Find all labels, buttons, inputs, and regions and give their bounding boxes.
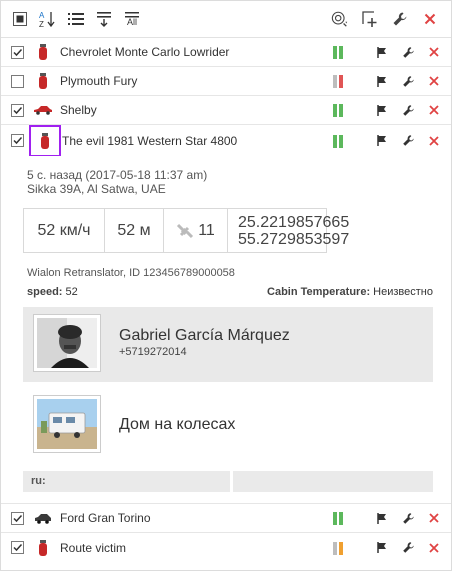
delete-icon[interactable] [427, 74, 441, 88]
driver-photo [33, 314, 101, 372]
last-message-time: 5 с. назад (2017-05-18 11:37 am) [27, 168, 208, 182]
flag-icon[interactable] [375, 511, 389, 525]
flag-icon[interactable] [375, 541, 389, 555]
wrench-icon[interactable] [401, 45, 415, 59]
unit-name[interactable]: Plymouth Fury [60, 74, 137, 88]
car-icon [32, 507, 54, 529]
unit-stats: 52 км/ч 52 м 11 25.2219857665 55.2729853… [23, 208, 349, 253]
cabin-temp-label: Cabin Temperature: [267, 286, 371, 298]
unit-address: Sikka 39A, Al Satwa, UAE [27, 182, 166, 196]
speed-value: 52 км/ч [24, 209, 105, 252]
sensor-params: speed: 52 Cabin Temperature: Неизвестно [27, 286, 433, 298]
connection-status-indicator [333, 511, 345, 525]
satellites-count: 11 [198, 221, 215, 239]
wrench-icon[interactable] [401, 511, 415, 525]
svg-text:A: A [39, 11, 45, 20]
select-all-icon[interactable] [11, 10, 29, 28]
unit-row[interactable]: Ford Gran Torino [1, 504, 451, 533]
coordinates: 25.2219857665 55.2729853597 [228, 209, 349, 252]
cabin-temp-value: Неизвестно [373, 286, 433, 298]
driver-phone: +5719272014 [119, 346, 187, 358]
unit-row[interactable]: Route victim [1, 533, 451, 562]
unit-row-selected[interactable]: The evil 1981 Western Star 4800 [1, 124, 451, 157]
filter-icon[interactable] [95, 10, 113, 28]
unit-checkbox[interactable] [11, 103, 24, 117]
wrench-icon[interactable] [401, 541, 415, 555]
unit-name[interactable]: The evil 1981 Western Star 4800 [62, 134, 237, 148]
add-icon[interactable] [361, 10, 379, 28]
units-panel: A Z All Chevrolet Monte Carlo Lowrider P… [0, 0, 452, 571]
unit-checkbox[interactable] [11, 74, 24, 88]
driver-info: Gabriel García Márquez +5719272014 [119, 327, 290, 358]
wrench-icon[interactable] [391, 10, 409, 28]
longitude: 55.2729853597 [238, 230, 350, 248]
wrench-icon[interactable] [401, 103, 415, 117]
fire-extinguisher-icon [32, 70, 54, 92]
satellites-cell: 11 [164, 209, 228, 252]
last-message-info: 5 с. назад (2017-05-18 11:37 am) Sikka 3… [27, 168, 207, 196]
latitude: 25.2219857665 [238, 213, 350, 231]
connection-status-indicator [333, 45, 345, 59]
all-icon[interactable]: All [123, 10, 141, 28]
trailer-name: Дом на колесах [119, 416, 236, 433]
red-car-icon [32, 99, 54, 121]
unit-name[interactable]: Shelby [60, 103, 97, 117]
retranslator-info: Wialon Retranslator, ID 123456789000058 [27, 267, 235, 279]
svg-text:Z: Z [39, 20, 44, 28]
flag-icon[interactable] [375, 103, 389, 117]
unit-checkbox[interactable] [11, 45, 24, 59]
speed-param-label: speed: [27, 286, 63, 298]
flag-icon[interactable] [375, 134, 389, 148]
connection-status-indicator [333, 74, 345, 88]
flag-icon[interactable] [375, 74, 389, 88]
toolbar: A Z All [1, 1, 451, 38]
unit-name[interactable]: Chevrolet Monte Carlo Lowrider [60, 45, 229, 59]
unit-row[interactable]: Plymouth Fury [1, 67, 451, 96]
fire-extinguisher-icon[interactable] [29, 124, 61, 157]
list-icon[interactable] [67, 10, 85, 28]
connection-status-indicator [333, 541, 345, 555]
delete-icon[interactable] [427, 134, 441, 148]
ru-field: ru: [23, 471, 433, 492]
wrench-icon[interactable] [401, 134, 415, 148]
close-icon[interactable] [421, 10, 439, 28]
search-location-icon[interactable] [331, 10, 349, 28]
delete-icon[interactable] [427, 511, 441, 525]
delete-icon[interactable] [427, 45, 441, 59]
sort-az-icon[interactable]: A Z [39, 10, 57, 28]
connection-status-indicator [333, 134, 345, 148]
unit-row[interactable]: Shelby [1, 96, 451, 125]
satellite-icon [177, 223, 194, 238]
delete-icon[interactable] [427, 103, 441, 117]
unit-row[interactable]: Chevrolet Monte Carlo Lowrider [1, 38, 451, 67]
fire-extinguisher-icon [32, 537, 54, 559]
unit-details-panel: 5 с. назад (2017-05-18 11:37 am) Sikka 3… [1, 156, 451, 504]
unit-checkbox[interactable] [11, 511, 24, 525]
altitude-value: 52 м [105, 209, 164, 252]
trailer-card[interactable]: Дом на колесах [23, 388, 433, 463]
trailer-photo [33, 395, 101, 453]
delete-icon[interactable] [427, 541, 441, 555]
fire-extinguisher-icon [32, 41, 54, 63]
all-label: All [126, 16, 137, 27]
unit-checkbox[interactable] [11, 134, 24, 147]
ru-value [233, 471, 433, 492]
driver-name: Gabriel García Márquez [119, 327, 290, 344]
connection-status-indicator [333, 103, 345, 117]
unit-checkbox[interactable] [11, 541, 24, 554]
wrench-icon[interactable] [401, 74, 415, 88]
driver-card[interactable]: Gabriel García Márquez +5719272014 [23, 307, 433, 382]
unit-name[interactable]: Route victim [60, 541, 126, 555]
speed-param-value: 52 [65, 286, 78, 298]
flag-icon[interactable] [375, 45, 389, 59]
ru-label: ru: [23, 471, 230, 492]
unit-name[interactable]: Ford Gran Torino [60, 511, 151, 525]
